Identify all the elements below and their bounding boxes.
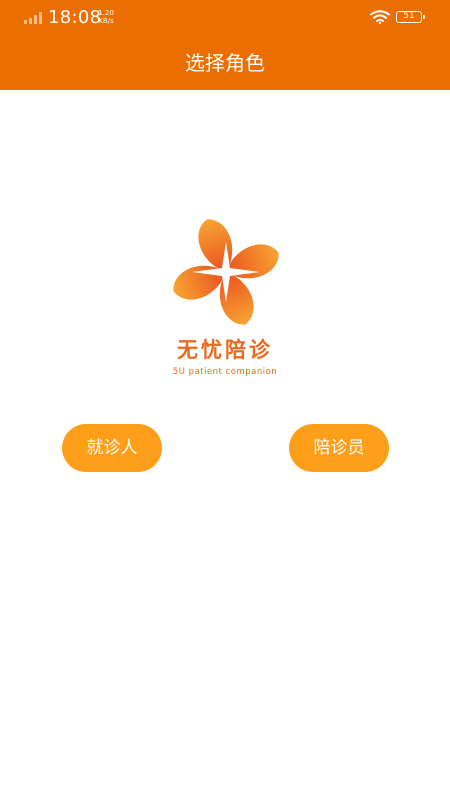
network-speed: 1.20 KB/s — [96, 9, 116, 25]
brand-subtitle: 5U patient companion — [172, 367, 278, 377]
brand-name: 无忧陪诊 — [177, 338, 273, 362]
patient-role-button[interactable]: 就诊人 — [62, 424, 162, 472]
battery-icon: 51 — [396, 11, 425, 23]
network-speed-value: 1.20 — [98, 9, 114, 17]
status-time: 18:08 — [48, 7, 102, 28]
status-bar: 18:08 1.20 KB/s 51 — [0, 0, 450, 36]
four-petal-logo-icon — [173, 219, 279, 325]
wifi-icon — [370, 10, 390, 24]
brand-logo: 无忧陪诊 5U patient companion — [140, 208, 310, 384]
companion-role-button[interactable]: 陪诊员 — [289, 424, 389, 472]
app-header: 18:08 1.20 KB/s 51 选择角色 — [0, 0, 450, 90]
page-title: 选择角色 — [185, 51, 265, 75]
network-speed-unit: KB/s — [98, 17, 114, 25]
signal-icon — [24, 12, 42, 24]
